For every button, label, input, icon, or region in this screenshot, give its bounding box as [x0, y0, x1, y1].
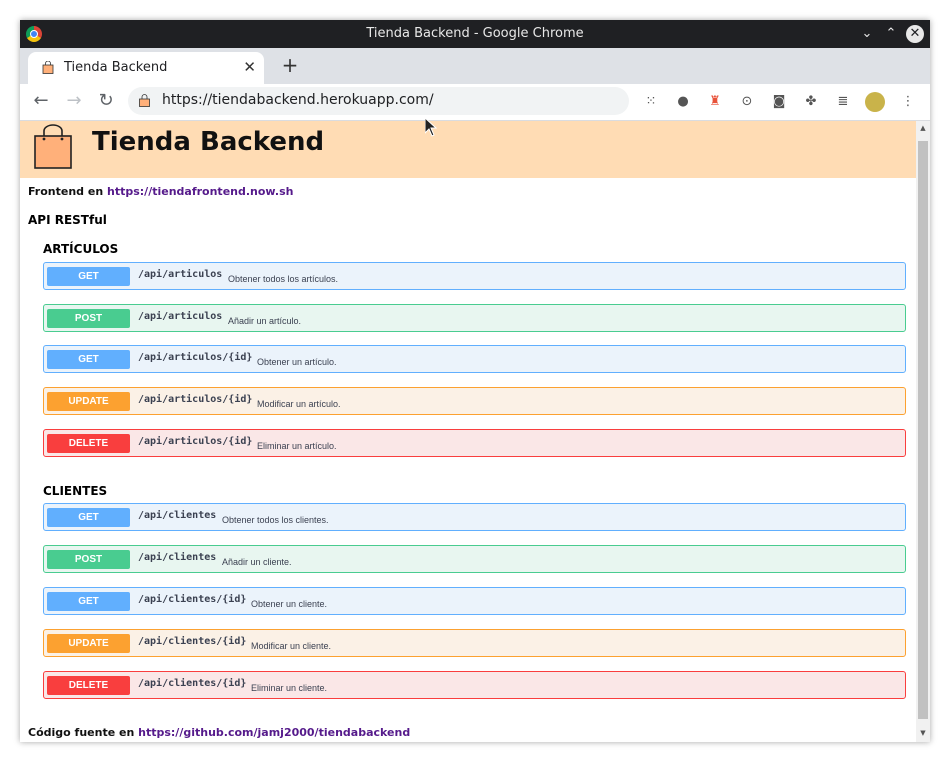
endpoint-path: /api/clientes/{id} — [138, 594, 247, 605]
endpoint-row[interactable]: GET /api/articulos/{id} Obtener un artíc… — [43, 345, 906, 373]
method-badge: GET — [47, 267, 130, 286]
page-header: Tienda Backend — [20, 121, 916, 178]
endpoint-description: Obtener todos los clientes. — [222, 515, 329, 525]
tab-label: Tienda Backend — [64, 60, 168, 75]
forward-icon[interactable]: → — [63, 90, 85, 111]
method-badge: UPDATE — [47, 634, 130, 653]
back-icon[interactable]: ← — [30, 90, 52, 111]
media-control-icon[interactable]: ≣ — [833, 92, 853, 112]
lighthouse-extension-icon[interactable]: ♜ — [705, 92, 725, 112]
api-heading: API RESTful — [28, 213, 107, 227]
camera-extension-icon[interactable]: ◙ — [769, 92, 789, 112]
method-badge: GET — [47, 592, 130, 611]
menu-kebab-icon[interactable]: ⋮ — [898, 92, 918, 112]
maximize-icon[interactable]: ⌃ — [882, 25, 900, 43]
frontend-link[interactable]: https://tiendafrontend.now.sh — [107, 185, 293, 198]
section-clientes-title: CLIENTES — [43, 484, 108, 498]
endpoint-description: Eliminar un cliente. — [251, 683, 328, 693]
method-badge: DELETE — [47, 434, 130, 453]
endpoint-path: /api/articulos/{id} — [138, 352, 253, 363]
new-tab-button[interactable]: + — [278, 53, 302, 77]
profile-avatar[interactable] — [865, 92, 885, 112]
browser-window: Tienda Backend - Google Chrome ⌄ ⌃ ✕ Tie… — [20, 20, 930, 742]
site-info-icon[interactable] — [139, 94, 150, 107]
section-articulos-title: ARTÍCULOS — [43, 242, 119, 256]
endpoint-description: Añadir un cliente. — [222, 557, 292, 567]
extensions-puzzle-icon[interactable]: ✤ — [801, 92, 821, 112]
frontend-label: Frontend en — [28, 185, 104, 198]
tab-tienda-backend[interactable]: Tienda Backend ✕ — [28, 52, 264, 84]
page-viewport: Tienda Backend Frontend en https://tiend… — [20, 121, 916, 742]
endpoint-description: Modificar un artículo. — [257, 399, 341, 409]
endpoint-path: /api/articulos/{id} — [138, 394, 253, 405]
source-line: Código fuente en https://github.com/jamj… — [28, 726, 410, 739]
endpoint-path: /api/articulos — [138, 269, 223, 280]
tab-strip: Tienda Backend ✕ — [20, 48, 930, 84]
address-bar[interactable]: https://tiendabackend.herokuapp.com/ — [128, 87, 629, 115]
frontend-line: Frontend en https://tiendafrontend.now.s… — [28, 185, 293, 198]
dev-extension-icon[interactable]: ⊙ — [737, 92, 757, 112]
endpoint-row[interactable]: POST /api/clientes Añadir un cliente. — [43, 545, 906, 573]
method-badge: GET — [47, 508, 130, 527]
endpoint-path: /api/clientes — [138, 552, 217, 563]
scroll-up-arrow-icon[interactable]: ▲ — [918, 124, 928, 132]
vertical-scrollbar[interactable]: ▲ ▼ — [916, 121, 930, 742]
reload-icon[interactable]: ↻ — [95, 90, 117, 111]
browser-toolbar: ← → ↻ https://tiendabackend.herokuapp.co… — [20, 84, 930, 121]
endpoint-path: /api/clientes/{id} — [138, 678, 247, 689]
endpoint-row[interactable]: DELETE /api/clientes/{id} Eliminar un cl… — [43, 671, 906, 699]
method-badge: DELETE — [47, 676, 130, 695]
cast-extension-icon[interactable]: ⁙ — [641, 92, 661, 112]
endpoint-row[interactable]: POST /api/articulos Añadir un artículo. — [43, 304, 906, 332]
close-window-icon[interactable]: ✕ — [906, 25, 924, 43]
balls-extension-icon[interactable]: ● — [673, 92, 693, 112]
method-badge: POST — [47, 550, 130, 569]
endpoint-row[interactable]: GET /api/clientes/{id} Obtener un client… — [43, 587, 906, 615]
endpoint-row[interactable]: UPDATE /api/clientes/{id} Modificar un c… — [43, 629, 906, 657]
scrollbar-thumb[interactable] — [918, 141, 928, 719]
url-text[interactable]: https://tiendabackend.herokuapp.com/ — [162, 92, 434, 108]
page-title: Tienda Backend — [92, 127, 325, 157]
window-title: Tienda Backend - Google Chrome — [366, 26, 584, 41]
endpoint-description: Eliminar un artículo. — [257, 441, 337, 451]
endpoint-row[interactable]: GET /api/clientes Obtener todos los clie… — [43, 503, 906, 531]
method-badge: POST — [47, 309, 130, 328]
method-badge: GET — [47, 350, 130, 369]
endpoint-description: Obtener un artículo. — [257, 357, 337, 367]
endpoint-path: /api/articulos — [138, 311, 223, 322]
endpoint-description: Añadir un artículo. — [228, 316, 302, 326]
endpoint-path: /api/clientes — [138, 510, 217, 521]
mouse-cursor-icon — [425, 118, 437, 137]
bag-favicon-icon — [42, 61, 54, 74]
endpoint-row[interactable]: DELETE /api/articulos/{id} Eliminar un a… — [43, 429, 906, 457]
method-badge: UPDATE — [47, 392, 130, 411]
source-label: Código fuente en — [28, 726, 135, 739]
endpoint-description: Modificar un cliente. — [251, 641, 332, 651]
endpoint-description: Obtener un cliente. — [251, 599, 328, 609]
source-link[interactable]: https://github.com/jamj2000/tiendabacken… — [138, 726, 410, 739]
minimize-icon[interactable]: ⌄ — [858, 25, 876, 43]
tab-close-icon[interactable]: ✕ — [243, 58, 256, 76]
endpoint-row[interactable]: UPDATE /api/articulos/{id} Modificar un … — [43, 387, 906, 415]
endpoint-path: /api/articulos/{id} — [138, 436, 253, 447]
endpoint-row[interactable]: GET /api/articulos Obtener todos los art… — [43, 262, 906, 290]
endpoint-path: /api/clientes/{id} — [138, 636, 247, 647]
title-bar: Tienda Backend - Google Chrome ⌄ ⌃ ✕ — [20, 20, 930, 48]
shopping-bag-icon — [34, 124, 72, 169]
endpoint-description: Obtener todos los artículos. — [228, 274, 339, 284]
scroll-down-arrow-icon[interactable]: ▼ — [918, 729, 928, 737]
